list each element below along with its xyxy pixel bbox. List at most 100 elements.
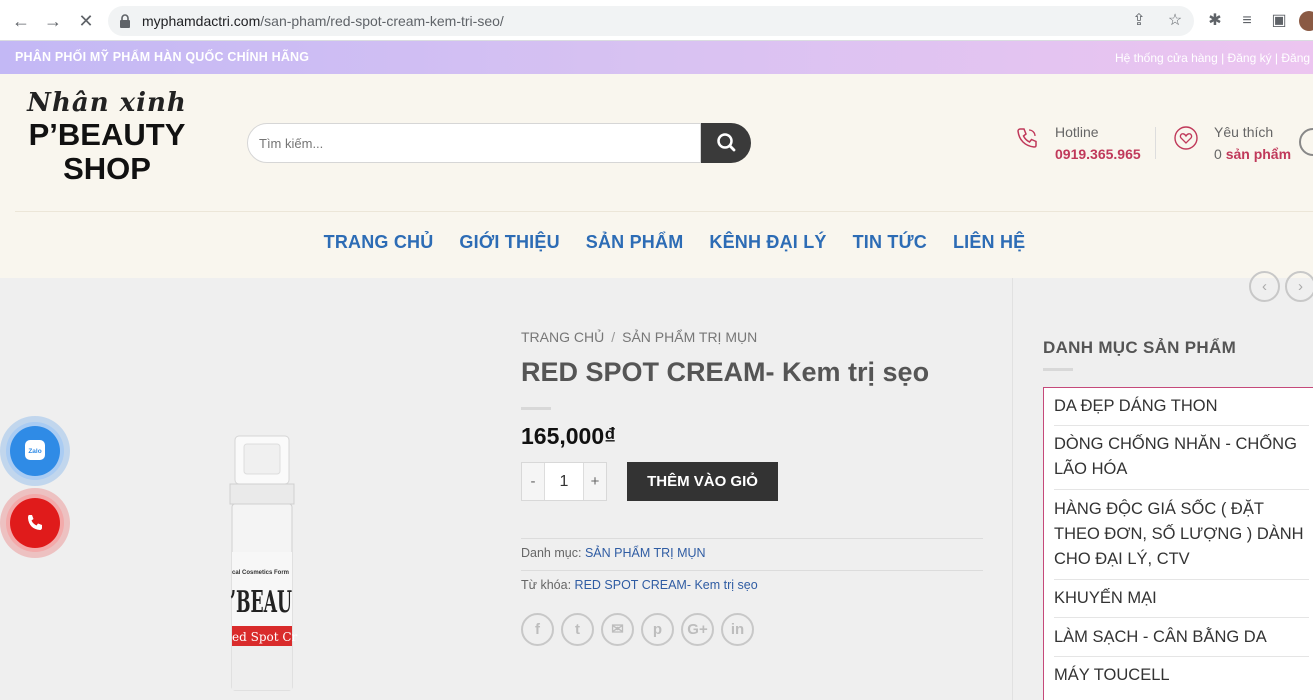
wishlist-count-number: 0 bbox=[1214, 146, 1222, 162]
product-category-meta: Danh mục: SẢN PHẨM TRỊ MỤN bbox=[521, 546, 706, 560]
breadcrumb-separator: / bbox=[611, 329, 616, 345]
category-item[interactable]: MÁY TOUCELL bbox=[1054, 663, 1309, 688]
lock-icon bbox=[120, 14, 130, 28]
product-image-label-brand: ’BEAU bbox=[230, 585, 292, 620]
product-title: RED SPOT CREAM- Kem trị sẹo bbox=[521, 357, 930, 387]
top-promo-bar: PHÂN PHỐI MỸ PHẨM HÀN QUỐC CHÍNH HÃNG Hệ… bbox=[0, 41, 1313, 74]
logo-brand-line1: P’BEAUTY bbox=[28, 117, 186, 152]
hotline-label: Hotline bbox=[1055, 124, 1099, 140]
hotline-number[interactable]: 0919.365.965 bbox=[1055, 146, 1141, 162]
url-domain: myphamdactri.com bbox=[142, 13, 261, 29]
pinterest-share-icon[interactable]: p bbox=[641, 613, 674, 646]
promo-text: PHÂN PHỐI MỸ PHẨM HÀN QUỐC CHÍNH HÃNG bbox=[15, 50, 310, 64]
url-path: /san-pham/red-spot-cream-kem-tri-seo/ bbox=[260, 13, 504, 29]
phone-icon bbox=[1017, 128, 1037, 148]
email-share-icon[interactable]: ✉ bbox=[601, 613, 634, 646]
category-item[interactable]: DÒNG CHỐNG NHĂN - CHỐNG LÃO HÓA bbox=[1054, 432, 1309, 482]
category-divider bbox=[1054, 489, 1309, 490]
site-logo[interactable]: Nhân xinh P’BEAUTY SHOP bbox=[22, 88, 192, 186]
zalo-button-core: Zalo bbox=[10, 426, 60, 476]
breadcrumb-category[interactable]: SẢN PHẨM TRỊ MỤN bbox=[622, 329, 757, 345]
category-divider bbox=[1054, 425, 1309, 426]
quantity-input[interactable]: 1 bbox=[544, 463, 584, 500]
sidebar-title: DANH MỤC SẢN PHẨM bbox=[1043, 338, 1237, 357]
call-button-core bbox=[10, 498, 60, 548]
back-arrow-icon[interactable]: ← bbox=[9, 9, 33, 33]
category-link[interactable]: SẢN PHẨM TRỊ MỤN bbox=[585, 546, 706, 560]
category-divider bbox=[1054, 656, 1309, 657]
category-item[interactable]: KHUYẾN MẠI bbox=[1054, 586, 1309, 611]
quantity-decrease-button[interactable]: - bbox=[522, 463, 544, 500]
nav-item-home[interactable]: TRANG CHỦ bbox=[324, 232, 434, 253]
profile-avatar[interactable] bbox=[1299, 11, 1313, 31]
stop-loading-icon[interactable]: ✕ bbox=[74, 9, 98, 33]
google-plus-share-icon[interactable]: G+ bbox=[681, 613, 714, 646]
main-navigation: TRANG CHỦ GIỚI THIỆU SẢN PHẨM KÊNH ĐẠI L… bbox=[0, 232, 1313, 253]
zalo-label: Zalo bbox=[28, 448, 41, 455]
call-float-button[interactable] bbox=[0, 488, 70, 558]
search-icon bbox=[717, 133, 736, 152]
category-divider bbox=[1054, 579, 1309, 580]
category-item[interactable]: HÀNG ĐỘC GIÁ SỐC ( ĐẶT THEO ĐƠN, SỐ LƯỢN… bbox=[1054, 497, 1309, 572]
address-bar[interactable]: myphamdactri.com/san-pham/red-spot-cream… bbox=[108, 6, 1194, 36]
category-list: DA ĐẸP DÁNG THON DÒNG CHỐNG NHĂN - CHỐNG… bbox=[1043, 387, 1313, 700]
phone-call-icon bbox=[28, 515, 42, 530]
forward-arrow-icon[interactable]: → bbox=[41, 9, 65, 33]
side-panel-icon[interactable]: ▣ bbox=[1270, 12, 1288, 30]
category-divider bbox=[1054, 617, 1309, 618]
nav-item-agency[interactable]: KÊNH ĐẠI LÝ bbox=[709, 232, 826, 253]
meta-divider bbox=[521, 570, 983, 571]
share-buttons: f t ✉ p G+ in bbox=[521, 613, 754, 646]
nav-item-about[interactable]: GIỚI THIỆU bbox=[459, 232, 559, 253]
category-item[interactable]: DA ĐẸP DÁNG THON bbox=[1054, 394, 1309, 419]
share-page-icon[interactable]: ⇪ bbox=[1130, 12, 1148, 30]
previous-product-icon[interactable]: ‹ bbox=[1249, 271, 1280, 302]
nav-item-products[interactable]: SẢN PHẨM bbox=[586, 232, 684, 253]
header-divider bbox=[1155, 127, 1156, 159]
product-image-label-top: cal Cosmetics Form bbox=[232, 570, 289, 576]
search-form bbox=[247, 123, 751, 163]
sidebar-title-underline bbox=[1043, 368, 1073, 371]
breadcrumb-home[interactable]: TRANG CHỦ bbox=[521, 329, 604, 345]
product-tag-meta: Từ khóa: RED SPOT CREAM- Kem trị sẹo bbox=[521, 578, 758, 592]
nav-item-contact[interactable]: LIÊN HỆ bbox=[953, 232, 1025, 253]
cart-icon[interactable] bbox=[1299, 128, 1313, 156]
media-queue-icon[interactable]: ≡ bbox=[1238, 12, 1256, 30]
linkedin-share-icon[interactable]: in bbox=[721, 613, 754, 646]
category-item[interactable]: LÀM SẠCH - CÂN BẰNG DA bbox=[1054, 625, 1309, 650]
site-header: Nhân xinh P’BEAUTY SHOP Hotline 0919.365… bbox=[0, 74, 1313, 278]
tag-label: Từ khóa: bbox=[521, 578, 572, 592]
tag-link[interactable]: RED SPOT CREAM- Kem trị sẹo bbox=[575, 578, 758, 592]
title-underline bbox=[521, 407, 551, 410]
header-divider-line bbox=[15, 211, 1313, 212]
product-image-label-name: ed Spot Cr bbox=[232, 630, 298, 644]
bookmark-star-icon[interactable]: ☆ bbox=[1166, 12, 1184, 30]
product-image[interactable]: cal Cosmetics Form ’BEAU ed Spot Cr bbox=[222, 430, 302, 692]
sidebar-separator bbox=[1012, 278, 1013, 700]
heart-icon bbox=[1174, 126, 1198, 150]
category-label: Danh mục: bbox=[521, 546, 582, 560]
wishlist-label: Yêu thích bbox=[1214, 124, 1274, 140]
wishlist-count: 0 sản phẩm bbox=[1214, 146, 1291, 162]
product-price: 165,000₫ bbox=[521, 423, 616, 449]
twitter-share-icon[interactable]: t bbox=[561, 613, 594, 646]
facebook-share-icon[interactable]: f bbox=[521, 613, 554, 646]
search-input[interactable] bbox=[247, 123, 701, 163]
zalo-float-button[interactable]: Zalo bbox=[0, 416, 70, 486]
extensions-puzzle-icon[interactable]: ✱ bbox=[1206, 12, 1224, 30]
wishlist-count-unit: sản phẩm bbox=[1225, 146, 1292, 162]
browser-toolbar: ← → ✕ myphamdactri.com/san-pham/red-spot… bbox=[0, 0, 1313, 41]
search-button[interactable] bbox=[701, 123, 751, 163]
zalo-icon: Zalo bbox=[25, 440, 45, 460]
account-links[interactable]: Hệ thống cửa hàng | Đăng ký | Đăng n bbox=[1115, 51, 1313, 65]
logo-script-text: Nhân xinh bbox=[27, 88, 187, 118]
logo-brand-line2: SHOP bbox=[63, 151, 151, 186]
product-page-content: cal Cosmetics Form ’BEAU ed Spot Cr TRAN… bbox=[0, 271, 1313, 700]
add-to-cart-button[interactable]: THÊM VÀO GIỎ bbox=[627, 462, 778, 501]
nav-item-news[interactable]: TIN TỨC bbox=[853, 232, 927, 253]
url-text: myphamdactri.com/san-pham/red-spot-cream… bbox=[142, 13, 504, 29]
meta-divider bbox=[521, 538, 983, 539]
quantity-increase-button[interactable]: + bbox=[584, 463, 606, 500]
quantity-stepper: - 1 + bbox=[521, 462, 607, 501]
next-product-icon[interactable]: › bbox=[1285, 271, 1313, 302]
